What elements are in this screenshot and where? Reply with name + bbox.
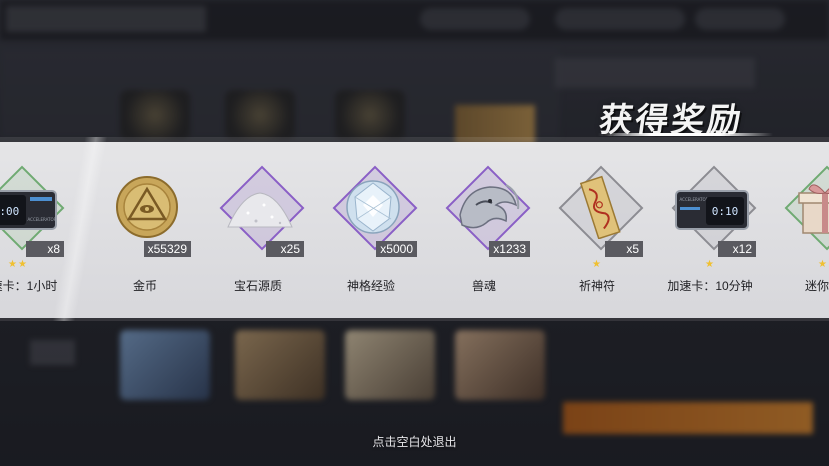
crystal-orb-icon: [346, 180, 400, 234]
item-count: x1233: [489, 241, 530, 257]
accelerator-card-icon: ACCELERATOR 0:10: [675, 190, 749, 230]
accelerator-card-icon: 1:00 ACCELERATOR: [0, 190, 57, 230]
reward-item-talisman[interactable]: x5 ★ 祈神符: [549, 165, 645, 301]
item-count: x25: [266, 241, 304, 257]
item-stars: ★: [705, 259, 715, 270]
item-stars: [97, 259, 193, 271]
reward-item-gem-dust[interactable]: x25 宝石源质: [210, 165, 306, 301]
item-stars: ★★: [8, 259, 28, 270]
item-name: 神格经验: [346, 279, 395, 293]
gift-box-icon: [798, 184, 829, 234]
beast-soul-icon: [459, 184, 520, 229]
item-stars: [436, 259, 532, 271]
item-count: x5: [605, 241, 643, 257]
reward-item-accelerator-10m[interactable]: ACCELERATOR 0:10 x12 ★ 加速卡：10分钟: [662, 165, 758, 301]
reward-item-mini-gift[interactable]: ★ 迷你礼: [775, 165, 829, 301]
item-stars: ★: [818, 259, 828, 270]
item-count: x55329: [143, 241, 191, 257]
title-underline: [598, 133, 773, 136]
reward-item-beast-soul[interactable]: x1233 兽魂: [436, 165, 532, 301]
item-name: 加速卡：10分钟: [667, 279, 753, 293]
card-time-text: 0:10: [712, 205, 739, 218]
card-time-text: 1:00: [0, 205, 19, 218]
tap-to-exit-hint: 点击空白处退出: [372, 435, 457, 449]
card-brand-text: ACCELERATOR: [28, 217, 57, 222]
item-name: 迷你礼: [804, 279, 829, 293]
item-stars: ★: [592, 259, 602, 270]
reward-item-divinity-exp[interactable]: x5000 神格经验: [323, 165, 419, 301]
item-name: 祈神符: [578, 279, 615, 293]
item-count: x12: [718, 241, 756, 257]
talisman-icon: [579, 175, 621, 239]
reward-item-accelerator-1h[interactable]: 1:00 ACCELERATOR x8 ★★ 加速卡：1小时: [0, 165, 66, 301]
gem-dust-icon: [227, 192, 293, 228]
item-stars: [210, 259, 306, 271]
card-brand-text: ACCELERATOR: [680, 197, 709, 202]
item-stars: [323, 259, 419, 271]
item-name: 加速卡：1小时: [0, 279, 58, 293]
reward-screen[interactable]: 获得奖励 1:00 ACCELERATOR x8 ★★ 加速卡：1小时 x553…: [0, 0, 829, 466]
item-name: 金币: [132, 279, 157, 293]
reward-item-gold[interactable]: x55329 金币: [97, 171, 193, 301]
item-name: 兽魂: [471, 279, 496, 293]
gold-coin-icon: [116, 176, 178, 238]
item-count: x5000: [376, 241, 417, 257]
item-count: x8: [26, 241, 64, 257]
item-name: 宝石源质: [233, 279, 282, 293]
